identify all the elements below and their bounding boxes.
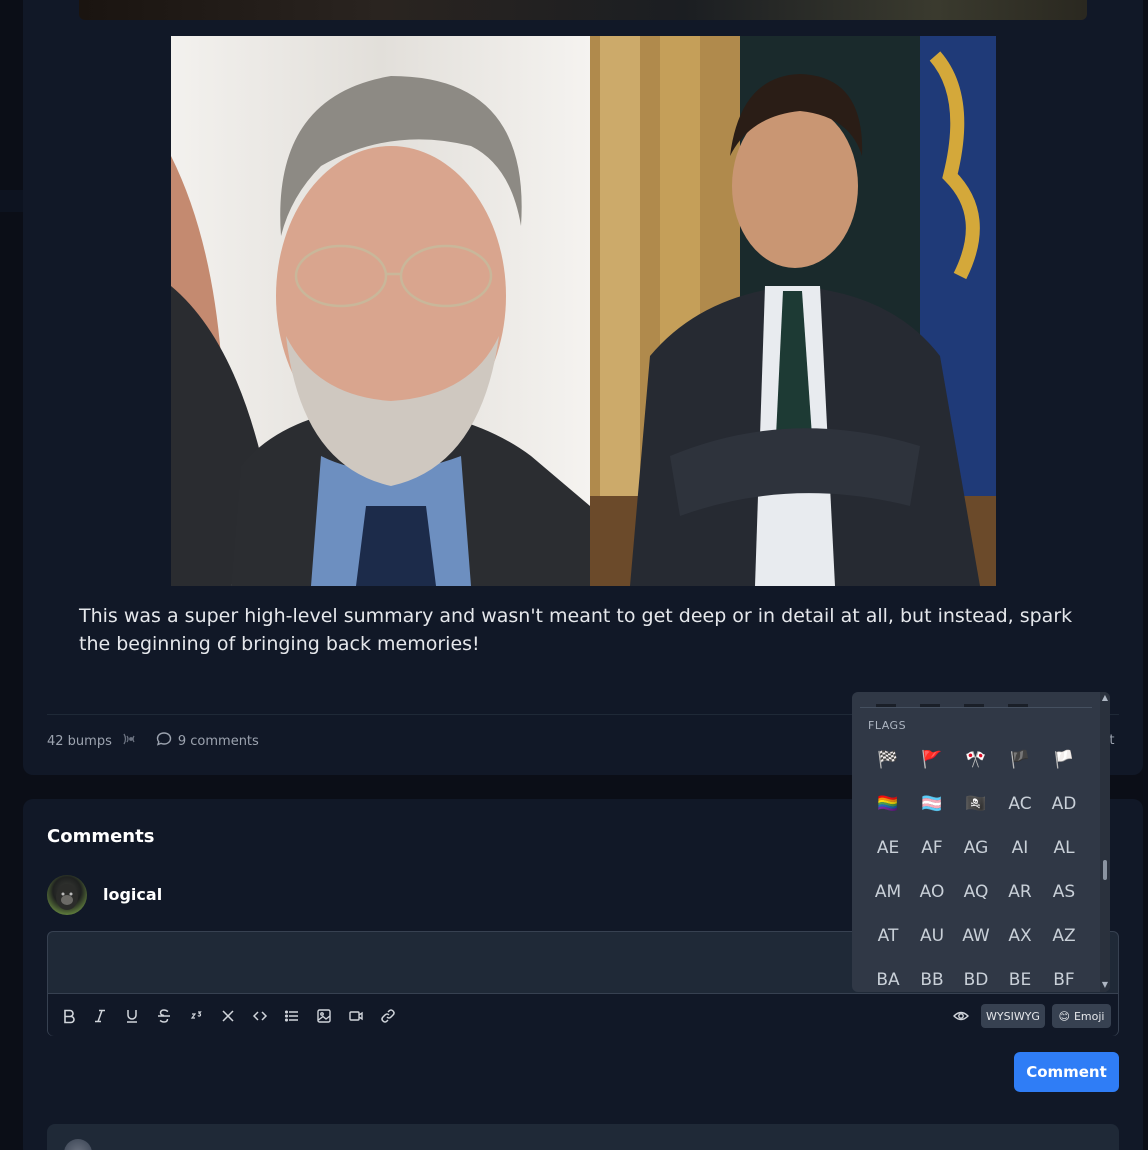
bold-icon[interactable] — [59, 1006, 79, 1026]
emoji-cell[interactable]: 🏴 — [998, 740, 1042, 780]
emoji-cell[interactable]: 🏴‍☠️ — [954, 784, 998, 824]
emoji-cell[interactable]: AM — [866, 872, 910, 912]
comments-heading: Comments — [47, 826, 155, 847]
scroll-up-icon[interactable]: ▲ — [1101, 693, 1109, 702]
comments-count: 9 comments — [177, 733, 259, 749]
comment-bubble-icon — [156, 731, 172, 751]
strikethrough-icon[interactable] — [154, 1006, 174, 1026]
emoji-cell[interactable]: AX — [998, 916, 1042, 956]
italic-icon[interactable] — [90, 1006, 110, 1026]
previous-image — [79, 0, 1087, 20]
scroll-thumb[interactable] — [1103, 860, 1107, 880]
emoji-cell[interactable]: 🏳️‍⚧️ — [910, 784, 954, 824]
post-body-text: This was a super high-level summary and … — [79, 605, 1073, 655]
bumps-count: 42 bumps — [47, 733, 112, 749]
emoji-cell[interactable]: 🏁 — [866, 740, 910, 780]
emoji-cell[interactable]: AO — [910, 872, 954, 912]
wysiwyg-toggle[interactable]: WYSIWYG — [981, 1004, 1045, 1028]
emoji-cell[interactable]: AG — [954, 828, 998, 868]
bumps-button[interactable]: 42 bumps — [47, 732, 138, 750]
emoji-cell[interactable]: 🏳️ — [1042, 740, 1086, 780]
emoji-cell[interactable]: 🏳️‍🌈 — [866, 784, 910, 824]
code-icon[interactable] — [250, 1006, 270, 1026]
emoji-cell[interactable]: AI — [998, 828, 1042, 868]
image-icon[interactable] — [314, 1006, 334, 1026]
emoji-cell[interactable]: AE — [866, 828, 910, 868]
smile-icon: 😊 — [1058, 1009, 1070, 1023]
emoji-picker: FLAGS 🏁 🚩 🎌 🏴 🏳️ 🏳️‍🌈 🏳️‍⚧️ 🏴‍☠️ AC AD A… — [852, 692, 1110, 992]
emoji-cell[interactable]: AR — [998, 872, 1042, 912]
avatar[interactable] — [47, 875, 87, 915]
emoji-button-label: Emoji — [1073, 1009, 1105, 1023]
scroll-down-icon[interactable]: ▼ — [1101, 980, 1109, 989]
emoji-cell[interactable]: AZ — [1042, 916, 1086, 956]
emoji-cell[interactable]: BE — [998, 960, 1042, 992]
superscript-icon[interactable] — [187, 1006, 207, 1026]
underline-icon[interactable] — [122, 1006, 142, 1026]
emoji-cell[interactable]: AF — [910, 828, 954, 868]
list-icon[interactable] — [282, 1006, 302, 1026]
emoji-cell[interactable]: AC — [998, 784, 1042, 824]
emoji-cell[interactable]: AQ — [954, 872, 998, 912]
emoji-cell[interactable]: BB — [910, 960, 954, 992]
post-image-right — [590, 36, 996, 586]
bump-icon — [122, 732, 138, 750]
post-meta: 42 bumps 9 comments — [47, 731, 259, 751]
emoji-cell[interactable]: AW — [954, 916, 998, 956]
category-heading: FLAGS — [868, 719, 907, 732]
emoji-cell[interactable]: BD — [954, 960, 998, 992]
emoji-cell[interactable]: AL — [1042, 828, 1086, 868]
comments-link[interactable]: 9 comments — [156, 731, 259, 751]
emoji-cell[interactable]: AU — [910, 916, 954, 956]
emoji-button[interactable]: 😊 Emoji — [1052, 1004, 1111, 1028]
emoji-cell[interactable]: BA — [866, 960, 910, 992]
picker-scrollbar[interactable]: ▲ ▼ — [1100, 692, 1110, 992]
emoji-cell[interactable]: AD — [1042, 784, 1086, 824]
clear-format-icon[interactable] — [218, 1006, 238, 1026]
username[interactable]: logical — [103, 885, 162, 904]
emoji-cell[interactable]: AS — [1042, 872, 1086, 912]
post-image-left — [171, 36, 590, 586]
comment-item — [47, 1124, 1119, 1150]
link-icon[interactable] — [378, 1006, 398, 1026]
preview-eye-icon[interactable] — [951, 1006, 971, 1026]
emoji-cell[interactable]: AT — [866, 916, 910, 956]
picker-divider — [860, 707, 1092, 708]
video-icon[interactable] — [346, 1006, 366, 1026]
emoji-cell[interactable]: 🚩 — [910, 740, 954, 780]
editor-toolbar: WYSIWYG 😊 Emoji — [48, 993, 1118, 1036]
previous-category-row — [876, 692, 1076, 707]
emoji-cell[interactable]: BF — [1042, 960, 1086, 992]
emoji-cell[interactable]: 🎌 — [954, 740, 998, 780]
submit-comment-button[interactable]: Comment — [1014, 1052, 1119, 1092]
